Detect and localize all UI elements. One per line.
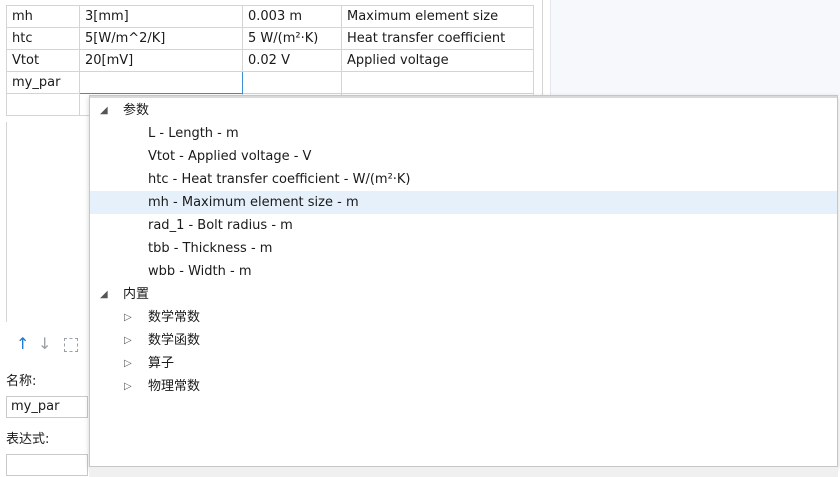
tree-item-label: mh - Maximum element size - m [148,195,359,210]
param-name-cell[interactable]: Vtot [6,49,80,72]
parameter-settings-panel: ↑ ↓ 名称: my_par 表达式: [0,324,90,477]
param-description-cell[interactable] [341,71,534,94]
param-name-cell[interactable] [6,93,80,116]
param-value-cell: 0.003 m [242,5,342,28]
param-value-cell: 0.02 V [242,49,342,72]
tree-item-label: L - Length - m [148,126,239,141]
expand-triangle-icon[interactable]: ▷ [124,329,132,352]
param-expression-cell[interactable]: 20[mV] [79,49,243,72]
param-expression-cell[interactable]: 3[mm] [79,5,243,28]
tree-subgroup-label: 物理常数 [148,379,201,394]
collapse-triangle-icon[interactable]: ◢ [100,99,108,122]
tree-item-label: htc - Heat transfer coefficient - W/(m²·… [148,172,411,187]
tree-item-label: tbb - Thickness - m [148,241,273,256]
tree-item-selected[interactable]: mh - Maximum element size - m [90,191,837,214]
param-name-cell[interactable]: my_par [6,71,80,94]
tree-item-label: wbb - Width - m [148,264,252,279]
popup-top-border [90,96,837,98]
toolbar-more-icon[interactable] [64,338,78,352]
tree-item[interactable]: tbb - Thickness - m [90,237,837,260]
autocomplete-popup: ◢ 参数 L - Length - m Vtot - Applied volta… [89,95,838,467]
tree-subgroup-label: 算子 [148,356,175,371]
tree-item[interactable]: wbb - Width - m [90,260,837,283]
graphics-panel [550,0,840,96]
table-row[interactable]: my_par [6,71,534,94]
param-description-cell[interactable]: Applied voltage [341,49,534,72]
tree-subgroup[interactable]: ▷ 算子 [90,352,837,375]
collapse-triangle-icon[interactable]: ◢ [100,283,108,306]
expression-label: 表达式: [6,432,50,447]
tree-item[interactable]: L - Length - m [90,122,837,145]
param-value-cell: 5 W/(m²·K) [242,27,342,50]
name-label: 名称: [6,374,37,389]
param-description-cell[interactable]: Maximum element size [341,5,534,28]
tree-group-label: 参数 [123,103,150,118]
param-name-cell[interactable]: mh [6,5,80,28]
tree-item-label: Vtot - Applied voltage - V [148,149,312,164]
tree-subgroup-label: 数学常数 [148,310,201,325]
tree-item[interactable]: Vtot - Applied voltage - V [90,145,837,168]
move-down-icon[interactable]: ↓ [38,335,51,353]
tree-item[interactable]: rad_1 - Bolt radius - m [90,214,837,237]
tree-item[interactable]: htc - Heat transfer coefficient - W/(m²·… [90,168,837,191]
popup-bottom-strip [89,467,838,477]
tree-subgroup[interactable]: ▷ 数学函数 [90,329,837,352]
expand-triangle-icon[interactable]: ▷ [124,375,132,398]
param-description-cell[interactable]: Heat transfer coefficient [341,27,534,50]
table-row[interactable]: htc 5[W/m^2/K] 5 W/(m²·K) Heat transfer … [6,27,534,50]
tree-item-label: rad_1 - Bolt radius - m [148,218,293,233]
param-expression-cell[interactable]: 5[W/m^2/K] [79,27,243,50]
table-row[interactable]: mh 3[mm] 0.003 m Maximum element size [6,5,534,28]
tree-group-parameters[interactable]: ◢ 参数 [90,99,837,122]
panel-divider[interactable] [542,0,543,96]
table-row[interactable]: Vtot 20[mV] 0.02 V Applied voltage [6,49,534,72]
tree-group-builtin[interactable]: ◢ 内置 [90,283,837,306]
expression-field[interactable] [6,454,88,476]
tree-group-label: 内置 [123,287,150,302]
name-field[interactable]: my_par [6,396,88,418]
tree-subgroup[interactable]: ▷ 数学常数 [90,306,837,329]
expand-triangle-icon[interactable]: ▷ [124,352,132,375]
tree-subgroup-label: 数学函数 [148,333,201,348]
param-name-cell[interactable]: htc [6,27,80,50]
param-expression-input[interactable] [79,71,243,94]
move-up-icon[interactable]: ↑ [16,335,29,353]
expand-triangle-icon[interactable]: ▷ [124,306,132,329]
param-value-cell [242,71,342,94]
tree-subgroup[interactable]: ▷ 物理常数 [90,375,837,398]
